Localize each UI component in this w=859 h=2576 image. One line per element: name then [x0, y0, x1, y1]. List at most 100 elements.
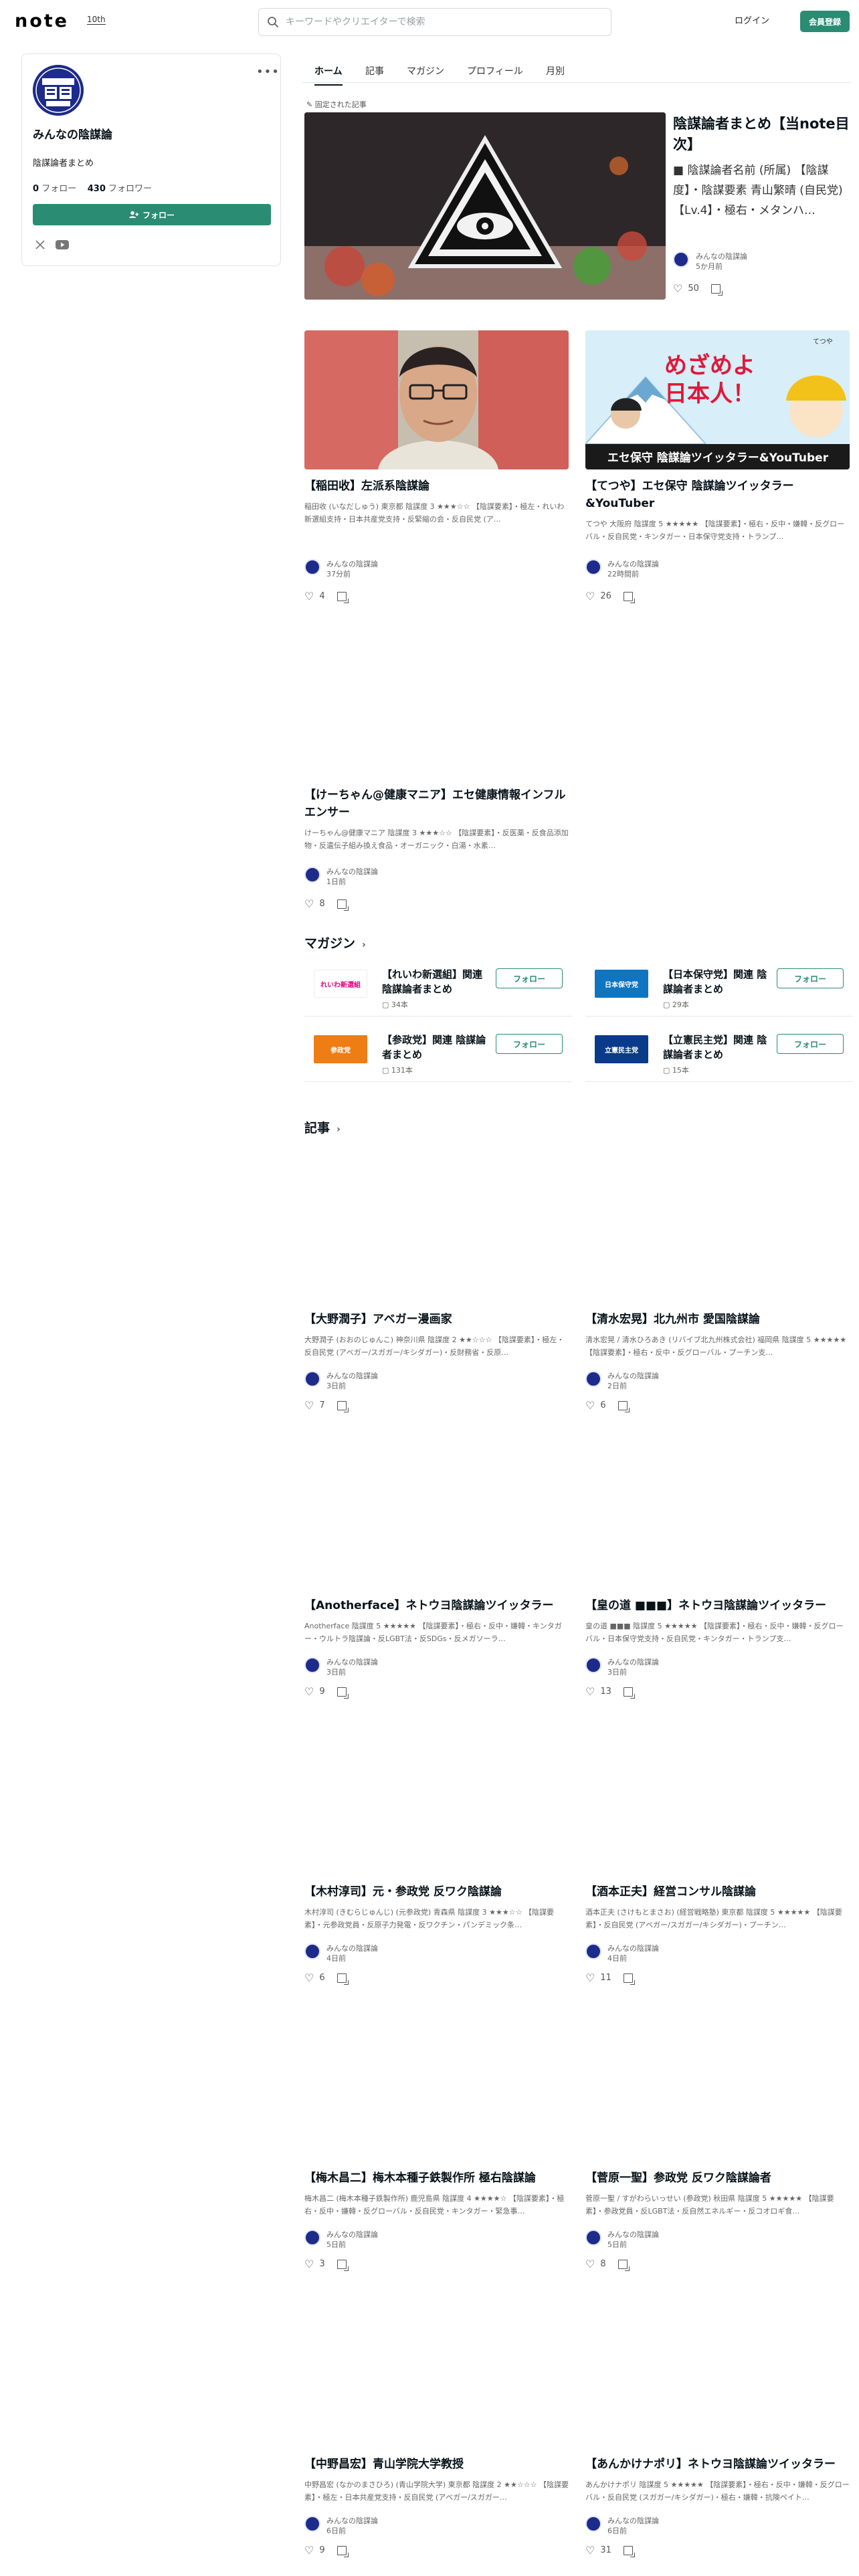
tab-profile[interactable]: プロフィール	[467, 64, 523, 78]
heart-icon[interactable]: ♡	[585, 1399, 595, 1412]
follow-button[interactable]: フォロー	[33, 204, 271, 225]
tab-home[interactable]: ホーム	[314, 64, 343, 86]
heart-icon[interactable]: ♡	[304, 2544, 314, 2557]
bookmark-icon[interactable]	[623, 2545, 635, 2557]
bookmark-icon[interactable]	[623, 1973, 635, 1985]
heart-icon[interactable]: ♡	[585, 1685, 595, 1698]
article-author-avatar[interactable]	[304, 1371, 320, 1387]
heart-icon[interactable]: ♡	[585, 590, 595, 603]
article-title[interactable]: 【あんかけナポリ】ネトウヨ陰謀論ツイッタラー	[585, 2456, 850, 2473]
article-title[interactable]: 【清水宏晃】北九州市 愛国陰謀論	[585, 1311, 850, 1328]
magazine-follow-button[interactable]: フォロー	[496, 968, 563, 988]
card-banner-tag: てつや	[813, 338, 833, 346]
bookmark-icon[interactable]	[337, 1687, 349, 1699]
bookmark-icon[interactable]	[337, 2259, 349, 2271]
avatar[interactable]	[33, 65, 84, 116]
more-options-icon[interactable]: •••	[256, 65, 280, 79]
heart-icon[interactable]: ♡	[304, 1399, 314, 1412]
article-author-avatar[interactable]	[585, 2516, 601, 2532]
tab-monthly[interactable]: 月別	[546, 64, 565, 78]
card-author-avatar[interactable]	[585, 559, 601, 575]
heart-icon[interactable]: ♡	[304, 2258, 314, 2270]
card-author-avatar[interactable]	[304, 559, 320, 575]
magazine-title[interactable]: 【れいわ新選組】関連 陰謀論者まとめ	[382, 967, 489, 996]
search-input[interactable]	[286, 14, 600, 30]
heart-icon[interactable]: ♡	[585, 2258, 595, 2270]
article-author-avatar[interactable]	[304, 2516, 320, 2532]
bookmark-icon[interactable]	[337, 2545, 349, 2557]
article-title[interactable]: 【梅木昌二】梅木本種子鉄製作所 極右陰謀論	[304, 2169, 569, 2187]
featured-author-avatar[interactable]	[673, 251, 689, 267]
card-title[interactable]: 【てつや】エセ保守 陰謀論ツイッタラー&YouTuber	[585, 477, 850, 512]
heart-icon[interactable]: ♡	[673, 282, 682, 295]
article-author-avatar[interactable]	[585, 1371, 601, 1387]
magazine-item[interactable]: れいわ新選組 【れいわ新選組】関連 陰謀論者まとめ ▢ 34本 フォロー	[304, 958, 572, 1016]
bookmark-icon[interactable]	[337, 591, 349, 603]
bookmark-icon[interactable]	[337, 899, 349, 911]
following-count[interactable]: 0	[33, 184, 39, 194]
article-author-avatar[interactable]	[585, 1657, 601, 1673]
card-author-avatar[interactable]	[304, 867, 320, 883]
articles-section-heading[interactable]: 記事 ›	[304, 1118, 341, 1136]
profile-name[interactable]: みんなの陰謀論	[33, 125, 112, 142]
heart-icon[interactable]: ♡	[585, 1971, 595, 1984]
bookmark-icon[interactable]	[617, 2259, 630, 2271]
card-title[interactable]: 【けーちゃん@健康マニア】エセ健康情報インフルエンサー	[304, 786, 569, 821]
heart-icon[interactable]: ♡	[585, 2544, 595, 2557]
featured-thumbnail[interactable]	[304, 112, 666, 300]
featured-title[interactable]: 陰謀論者まとめ【当note目次】	[673, 114, 851, 155]
magazine-item[interactable]: 立憲民主党 【立憲民主党】関連 陰謀論者まとめ ▢ 15本 フォロー	[585, 1023, 853, 1082]
magazine-count: ▢ 29本	[663, 1000, 689, 1009]
following-label[interactable]: フォロー	[41, 184, 76, 194]
card-desc: 稲田收 (いなだしゅう) 東京都 陰謀度 3 ★★★☆☆ 【陰謀要素】・極左・れ…	[304, 502, 565, 524]
article-author-avatar[interactable]	[585, 2230, 601, 2246]
bookmark-icon[interactable]	[337, 1400, 349, 1412]
heart-icon[interactable]: ♡	[304, 1971, 314, 1984]
heart-icon[interactable]: ♡	[304, 897, 314, 910]
followers-count[interactable]: 430	[88, 184, 106, 194]
bookmark-icon[interactable]	[617, 1400, 630, 1412]
tab-magazines[interactable]: マガジン	[407, 64, 444, 78]
bookmark-icon[interactable]	[623, 1687, 635, 1699]
article-title[interactable]: 【皇の道 ■■■】ネトウヨ陰謀論ツイッタラー	[585, 1597, 850, 1614]
article-title[interactable]: 【菅原一聖】参政党 反ワク陰謀論者	[585, 2169, 850, 2187]
article-title[interactable]: 【大野潤子】アベガー漫画家	[304, 1311, 569, 1328]
card-thumbnail[interactable]	[304, 330, 569, 469]
magazine-follow-button[interactable]: フォロー	[496, 1034, 563, 1054]
article-author-avatar[interactable]	[304, 1657, 320, 1673]
article-title[interactable]: 【中野昌宏】青山学院大学教授	[304, 2456, 569, 2473]
magazine-item[interactable]: 日本保守党 【日本保守党】関連 陰謀論者まとめ ▢ 29本 フォロー	[585, 958, 853, 1016]
magazine-section-heading[interactable]: マガジン ›	[304, 934, 366, 952]
signup-button[interactable]: 会員登録	[800, 11, 850, 32]
article-title[interactable]: 【木村淳司】元・参政党 反ワク陰謀論	[304, 1883, 569, 1901]
magazine-item[interactable]: 参政党 【参政党】関連 陰謀論者まとめ ▢ 131本 フォロー	[304, 1023, 572, 1082]
like-count: 31	[600, 2545, 611, 2555]
magazine-title[interactable]: 【日本保守党】関連 陰謀論者まとめ	[663, 967, 770, 996]
magazine-follow-button[interactable]: フォロー	[777, 968, 844, 988]
card-title[interactable]: 【稲田收】左派系陰謀論	[304, 477, 569, 495]
tab-articles[interactable]: 記事	[365, 64, 384, 78]
heart-icon[interactable]: ♡	[304, 590, 314, 603]
person-add-icon	[128, 211, 138, 218]
card-thumbnail[interactable]: めざめよ 日本人！ エセ保守 陰謀論ツイッタラー&YouTuber てつや	[585, 330, 850, 469]
author-name[interactable]: みんなの陰謀論	[696, 251, 747, 261]
article-author-avatar[interactable]	[304, 1943, 320, 1959]
note-logo[interactable]: note	[15, 11, 69, 31]
heart-icon[interactable]: ♡	[304, 1685, 314, 1698]
magazine-title[interactable]: 【立憲民主党】関連 陰謀論者まとめ	[663, 1033, 770, 1062]
article-author-avatar[interactable]	[585, 1943, 601, 1959]
bookmark-icon[interactable]	[337, 1973, 349, 1985]
youtube-icon[interactable]	[56, 240, 69, 252]
like-count: 7	[319, 1400, 325, 1410]
article-author-avatar[interactable]	[304, 2230, 320, 2246]
magazine-follow-button[interactable]: フォロー	[777, 1034, 844, 1054]
search-box[interactable]	[258, 8, 611, 36]
article-title[interactable]: 【Anotherface】ネトウヨ陰謀論ツイッタラー	[304, 1597, 569, 1614]
bookmark-icon[interactable]	[623, 591, 635, 603]
article-title[interactable]: 【酒本正夫】経営コンサル陰謀論	[585, 1883, 850, 1901]
magazine-title[interactable]: 【参政党】関連 陰謀論者まとめ	[382, 1033, 489, 1062]
bookmark-icon[interactable]	[710, 284, 723, 296]
login-link[interactable]: ログイン	[735, 13, 769, 26]
followers-label[interactable]: フォロワー	[108, 184, 152, 194]
x-icon[interactable]	[35, 240, 45, 252]
